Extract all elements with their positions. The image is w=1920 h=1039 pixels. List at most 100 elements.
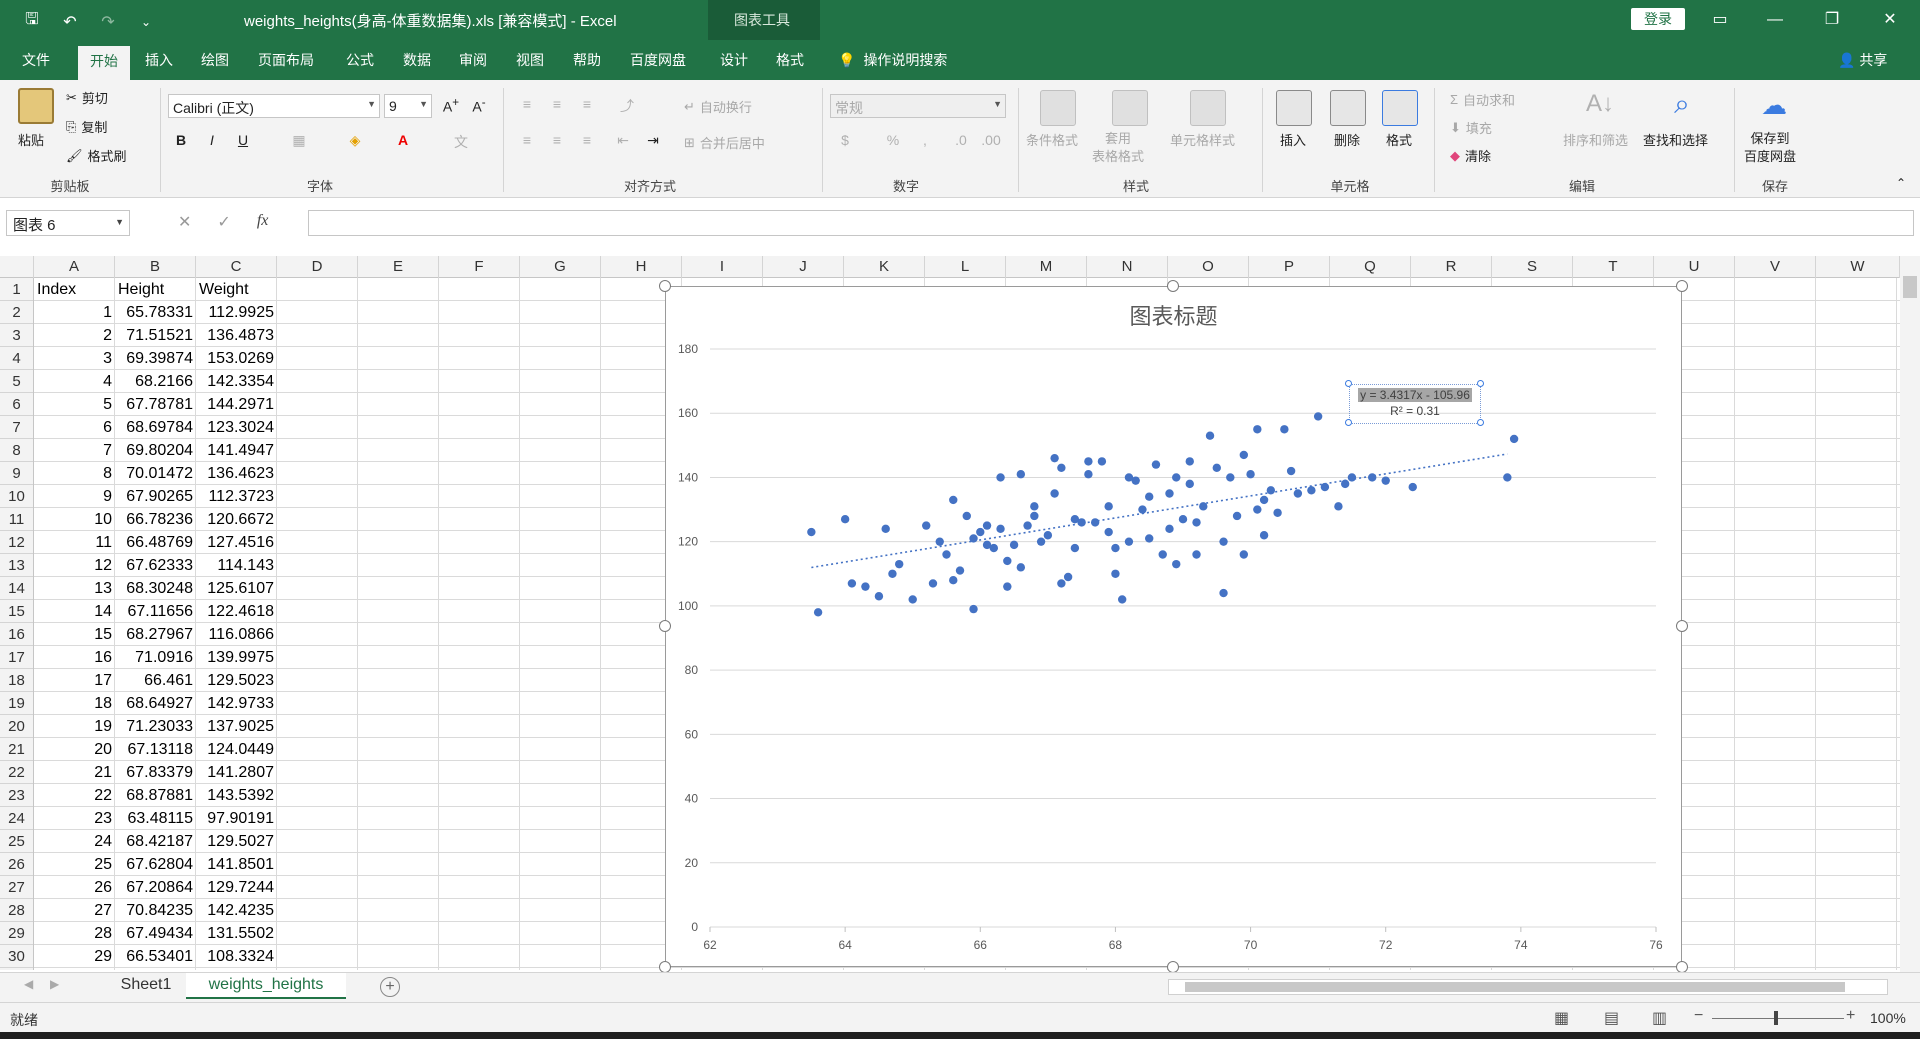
data-cell[interactable]: 143.5392	[196, 784, 277, 807]
row-header[interactable]: 23	[0, 784, 33, 807]
align-top-icon[interactable]: ≡	[516, 96, 538, 112]
data-cell[interactable]: 67.62804	[115, 853, 196, 876]
header-cell[interactable]: Height	[115, 278, 196, 301]
wrap-text-button[interactable]: ↵ 自动换行	[684, 97, 752, 116]
column-header[interactable]: P	[1249, 256, 1330, 278]
chart-area[interactable]: 图表标题 0 20 40 60 80 100 120 140 160 180 62 64 66 68 70 7…	[665, 286, 1682, 967]
column-header[interactable]: S	[1492, 256, 1573, 278]
format-as-table-icon[interactable]	[1112, 90, 1148, 126]
row-header[interactable]: 29	[0, 922, 33, 945]
tab-home[interactable]: 开始	[78, 46, 130, 80]
row-header[interactable]: 4	[0, 347, 33, 370]
save-icon[interactable]: 🖫	[22, 8, 42, 35]
data-cell[interactable]: 20	[34, 738, 115, 761]
fill-color-icon[interactable]: ◈	[344, 132, 366, 149]
data-cell[interactable]: 21	[34, 761, 115, 784]
zoom-slider[interactable]	[1712, 1018, 1844, 1019]
share-button[interactable]: 👤 共享	[1838, 50, 1887, 70]
column-header[interactable]: J	[763, 256, 844, 278]
data-cell[interactable]: 24	[34, 830, 115, 853]
row-header[interactable]: 28	[0, 899, 33, 922]
data-cell[interactable]: 28	[34, 922, 115, 945]
login-button[interactable]: 登录	[1631, 8, 1685, 30]
tab-baidu[interactable]: 百度网盘	[630, 50, 686, 70]
tab-format[interactable]: 格式	[776, 50, 804, 70]
data-cell[interactable]: 10	[34, 508, 115, 531]
data-cell[interactable]: 129.5027	[196, 830, 277, 853]
row-header[interactable]: 5	[0, 370, 33, 393]
baidu-cloud-icon[interactable]: ☁	[1756, 90, 1792, 126]
data-cell[interactable]: 19	[34, 715, 115, 738]
horizontal-scrollbar[interactable]	[1168, 979, 1888, 995]
row-header[interactable]: 15	[0, 600, 33, 623]
sort-filter-icon[interactable]: A↓	[1582, 90, 1618, 126]
scroll-thumb[interactable]	[1903, 276, 1917, 298]
font-family-select[interactable]: Calibri (正文) ▼	[168, 94, 380, 118]
data-cell[interactable]: 27	[34, 899, 115, 922]
data-cell[interactable]: 29	[34, 945, 115, 968]
column-header[interactable]: O	[1168, 256, 1249, 278]
column-header[interactable]: U	[1654, 256, 1735, 278]
data-cell[interactable]: 66.461	[115, 669, 196, 692]
data-cell[interactable]: 66.78236	[115, 508, 196, 531]
data-cell[interactable]: 125.6107	[196, 577, 277, 600]
increase-decimal-icon[interactable]: .0	[950, 132, 972, 148]
data-cell[interactable]: 112.9925	[196, 301, 277, 324]
data-cell[interactable]: 97.90191	[196, 807, 277, 830]
column-header[interactable]: N	[1087, 256, 1168, 278]
data-cell[interactable]: 16	[34, 646, 115, 669]
row-header[interactable]: 3	[0, 324, 33, 347]
tab-design[interactable]: 设计	[720, 50, 748, 70]
shrink-font-icon[interactable]: A-	[468, 96, 490, 115]
data-cell[interactable]: 71.51521	[115, 324, 196, 347]
column-header[interactable]: F	[439, 256, 520, 278]
increase-indent-icon[interactable]: ⇥	[642, 132, 664, 149]
format-as-table-label[interactable]: 套用 表格格式	[1092, 130, 1144, 166]
page-break-view-icon[interactable]: ▥	[1652, 1008, 1667, 1028]
trendline-label[interactable]: y = 3.4317x - 105.96 R² = 0.31	[1345, 380, 1484, 426]
data-cell[interactable]: 12	[34, 554, 115, 577]
data-cell[interactable]: 23	[34, 807, 115, 830]
data-cell[interactable]: 127.4516	[196, 531, 277, 554]
decrease-indent-icon[interactable]: ⇤	[612, 132, 634, 149]
font-size-select[interactable]: 9 ▼	[384, 94, 432, 118]
align-left-icon[interactable]: ≡	[516, 132, 538, 148]
resize-handle[interactable]	[1676, 620, 1688, 632]
row-header[interactable]: 25	[0, 830, 33, 853]
data-cell[interactable]: 22	[34, 784, 115, 807]
row-header[interactable]: 1	[0, 278, 33, 301]
row-header[interactable]: 16	[0, 623, 33, 646]
sort-filter-label[interactable]: 排序和筛选	[1563, 130, 1628, 149]
row-header[interactable]: 19	[0, 692, 33, 715]
data-cell[interactable]: 15	[34, 623, 115, 646]
insert-label[interactable]: 插入	[1280, 130, 1306, 149]
add-sheet-icon[interactable]: +	[380, 977, 400, 997]
next-sheet-icon[interactable]: ▶	[50, 977, 59, 991]
resize-handle[interactable]	[1167, 280, 1179, 292]
data-cell[interactable]: 4	[34, 370, 115, 393]
data-cell[interactable]: 8	[34, 462, 115, 485]
row-header[interactable]: 20	[0, 715, 33, 738]
column-header[interactable]: E	[358, 256, 439, 278]
zoom-level[interactable]: 100%	[1870, 1010, 1906, 1026]
collapse-ribbon-icon[interactable]: ⌃	[1890, 176, 1912, 190]
data-cell[interactable]: 7	[34, 439, 115, 462]
tab-draw[interactable]: 绘图	[201, 50, 229, 70]
data-cell[interactable]: 69.80204	[115, 439, 196, 462]
format-label[interactable]: 格式	[1386, 130, 1412, 149]
data-cell[interactable]: 129.5023	[196, 669, 277, 692]
data-cell[interactable]: 124.0449	[196, 738, 277, 761]
column-header[interactable]: G	[520, 256, 601, 278]
column-header[interactable]: V	[1735, 256, 1816, 278]
column-header[interactable]: W	[1816, 256, 1900, 278]
label-handle[interactable]	[1477, 419, 1484, 426]
data-cell[interactable]: 141.8501	[196, 853, 277, 876]
data-cell[interactable]: 66.53401	[115, 945, 196, 968]
redo-icon[interactable]: ↷	[98, 12, 118, 32]
column-header[interactable]: R	[1411, 256, 1492, 278]
row-header[interactable]: 14	[0, 577, 33, 600]
data-cell[interactable]: 11	[34, 531, 115, 554]
data-cell[interactable]: 63.48115	[115, 807, 196, 830]
customize-qat-icon[interactable]: ⌄	[136, 15, 156, 29]
row-header[interactable]: 2	[0, 301, 33, 324]
